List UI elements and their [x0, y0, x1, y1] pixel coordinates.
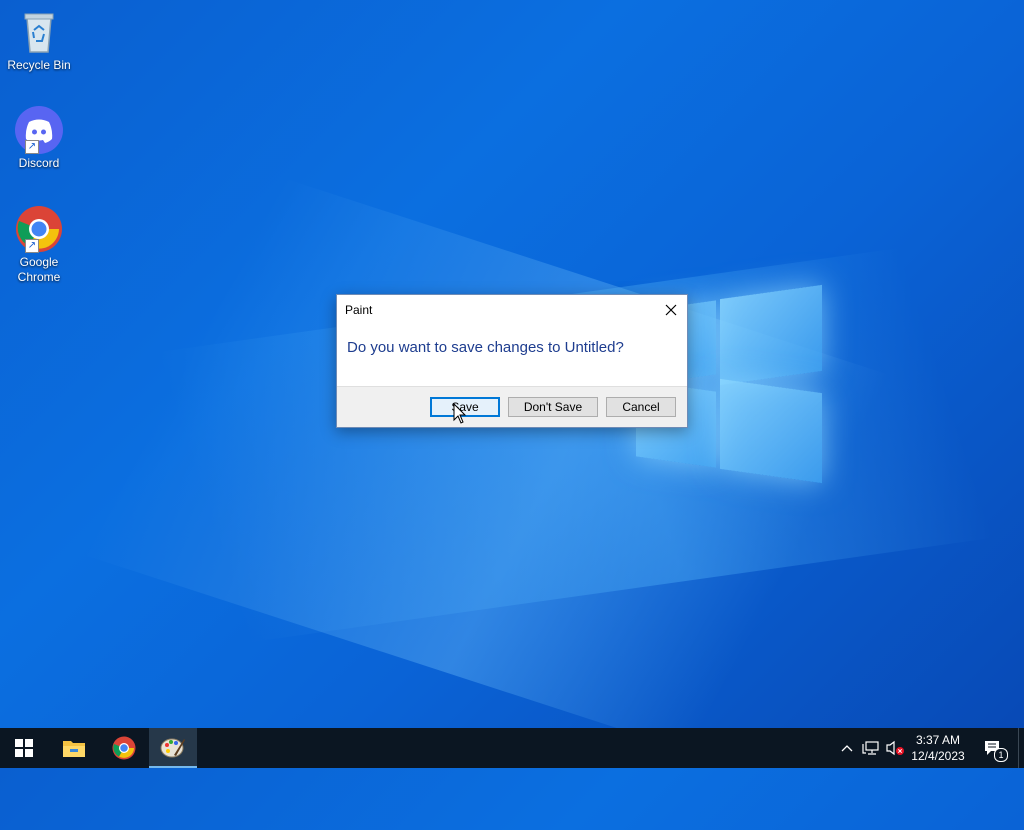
- desktop-icon-recycle-bin[interactable]: Recycle Bin: [4, 8, 74, 73]
- notification-count-badge: 1: [994, 748, 1008, 762]
- start-icon: [15, 739, 33, 757]
- network-button[interactable]: [860, 728, 882, 768]
- close-button[interactable]: [655, 295, 687, 325]
- taskbar-file-explorer[interactable]: [50, 728, 98, 768]
- show-hidden-icons-button[interactable]: [838, 728, 856, 768]
- system-clock[interactable]: 3:37 AM 12/4/2023: [908, 732, 968, 764]
- desktop-icon-label: Recycle Bin: [7, 58, 71, 72]
- start-button[interactable]: [0, 728, 48, 768]
- desktop-icon-discord[interactable]: ↗ Discord: [4, 106, 74, 171]
- show-desktop-button[interactable]: [1018, 728, 1024, 768]
- dialog-footer: Save Don't Save Cancel: [337, 386, 687, 427]
- mouse-cursor-icon: [453, 403, 467, 424]
- desktop-icon-label: Google Chrome: [17, 255, 61, 284]
- desktop-light-beam: [0, 60, 1024, 830]
- cancel-button[interactable]: Cancel: [606, 397, 676, 417]
- paint-icon: [160, 738, 185, 758]
- taskbar-paint[interactable]: [149, 728, 197, 768]
- dialog-message: Do you want to save changes to Untitled?: [347, 339, 624, 356]
- shortcut-arrow-icon: ↗: [25, 140, 39, 154]
- taskbar: 3:37 AM 12/4/2023 1: [0, 728, 1024, 768]
- clock-time: 3:37 AM: [915, 733, 961, 747]
- paint-save-dialog: Paint Do you want to save changes to Unt…: [336, 294, 688, 428]
- close-icon: [665, 304, 677, 316]
- desktop-icon-label: Discord: [18, 156, 60, 170]
- dialog-title: Paint: [345, 303, 373, 317]
- desktop-icon-google-chrome[interactable]: ↗ Google Chrome: [4, 205, 74, 285]
- volume-muted-icon: [886, 740, 904, 756]
- clock-date: 12/4/2023: [911, 749, 965, 763]
- dont-save-button[interactable]: Don't Save: [508, 397, 598, 417]
- file-explorer-icon: [63, 741, 85, 757]
- volume-button[interactable]: [884, 728, 906, 768]
- recycle-bin-icon: [15, 8, 63, 56]
- action-center-button[interactable]: 1: [978, 728, 1008, 768]
- network-icon: [862, 741, 879, 755]
- chevron-up-icon: [841, 745, 853, 752]
- discord-icon: ↗: [15, 106, 63, 154]
- chrome-icon: [112, 736, 136, 760]
- taskbar-chrome[interactable]: [100, 728, 148, 768]
- chrome-icon: ↗: [15, 205, 63, 253]
- shortcut-arrow-icon: ↗: [25, 239, 39, 253]
- desktop-light-beam: [0, 212, 1024, 678]
